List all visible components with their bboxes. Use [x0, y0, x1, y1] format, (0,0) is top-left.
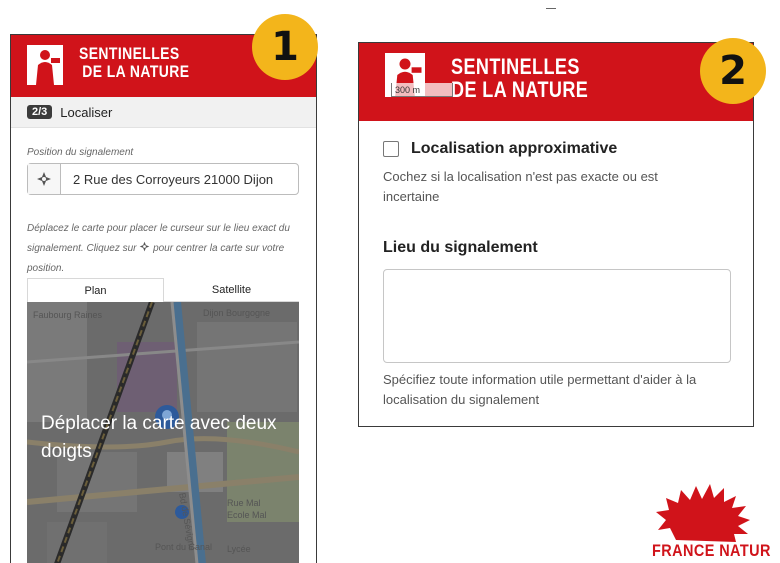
tab-plan[interactable]: Plan — [27, 278, 164, 302]
step-indicator: 2/3 Localiser — [11, 97, 316, 128]
step-number-badge-1: 1 — [252, 14, 318, 80]
locate-crosshair-icon[interactable] — [28, 164, 61, 194]
approximate-location-checkbox[interactable] — [383, 141, 399, 157]
top-dash-mark — [546, 8, 556, 9]
map-help-text: Déplacez le carte pour placer le curseur… — [27, 219, 307, 279]
tab-satellite[interactable]: Satellite — [164, 278, 299, 302]
screen-localiser: SENTINELLES DE LA NATURE 2/3 Localiser P… — [10, 34, 317, 563]
approximate-location-label[interactable]: Localisation approximative — [411, 140, 617, 158]
france-nature-logo-text: FRANCE NATUR — [652, 541, 771, 560]
step-label: Localiser — [60, 104, 113, 120]
approximate-location-help: Cochez si la localisation n'est pas exac… — [383, 169, 658, 204]
lieu-help: Spécifiez toute information utile permet… — [383, 372, 697, 407]
app-banner: SENTINELLES DE LA NATURE 300 m — [359, 43, 753, 121]
sentinel-silhouette-icon — [36, 50, 60, 85]
logo-line-2: DE LA NATURE — [82, 61, 190, 81]
map-label: Lycée — [227, 544, 251, 554]
lieu-title: Lieu du signalement — [383, 239, 538, 256]
map-label: Rue Mal — [227, 498, 261, 508]
map-label: Pont du Canal — [155, 542, 213, 552]
map-type-tabs: Plan Satellite — [27, 278, 299, 302]
hedgehog-logo-icon — [656, 484, 750, 542]
map-view[interactable]: Faubourg Raines Dijon Bourgogne Rue Mal … — [27, 302, 299, 563]
map-gesture-overlay: Déplacer la carte avec deux doigts — [41, 413, 277, 462]
logo-text: SENTINELLES DE LA NATURE — [451, 55, 588, 101]
map-scale-label: 300 m — [391, 83, 453, 97]
address-field[interactable]: 2 Rue des Corroyeurs 21000 Dijon — [27, 163, 299, 195]
logo-line-2: DE LA NATURE — [451, 77, 589, 103]
logo-line-1: SENTINELLES — [451, 54, 580, 79]
step-number-badge-2: 2 — [700, 38, 766, 104]
logo-text: SENTINELLES DE LA NATURE — [79, 45, 189, 81]
approximate-location-row[interactable]: Localisation approximative — [383, 140, 617, 158]
map-label: Ecole Mal — [227, 510, 267, 520]
step-badge: 2/3 — [27, 105, 53, 119]
screen-localisation-details: SENTINELLES DE LA NATURE 300 m Localisat… — [358, 42, 754, 427]
lieu-textarea[interactable] — [383, 269, 731, 363]
map-label: Dijon Bourgogne — [203, 308, 271, 318]
crosshair-icon — [139, 241, 150, 252]
position-field-label: Position du signalement — [27, 147, 134, 158]
address-value[interactable]: 2 Rue des Corroyeurs 21000 Dijon — [61, 164, 273, 194]
map-label: Faubourg Raines — [33, 310, 103, 320]
logo-line-1: SENTINELLES — [79, 44, 180, 63]
